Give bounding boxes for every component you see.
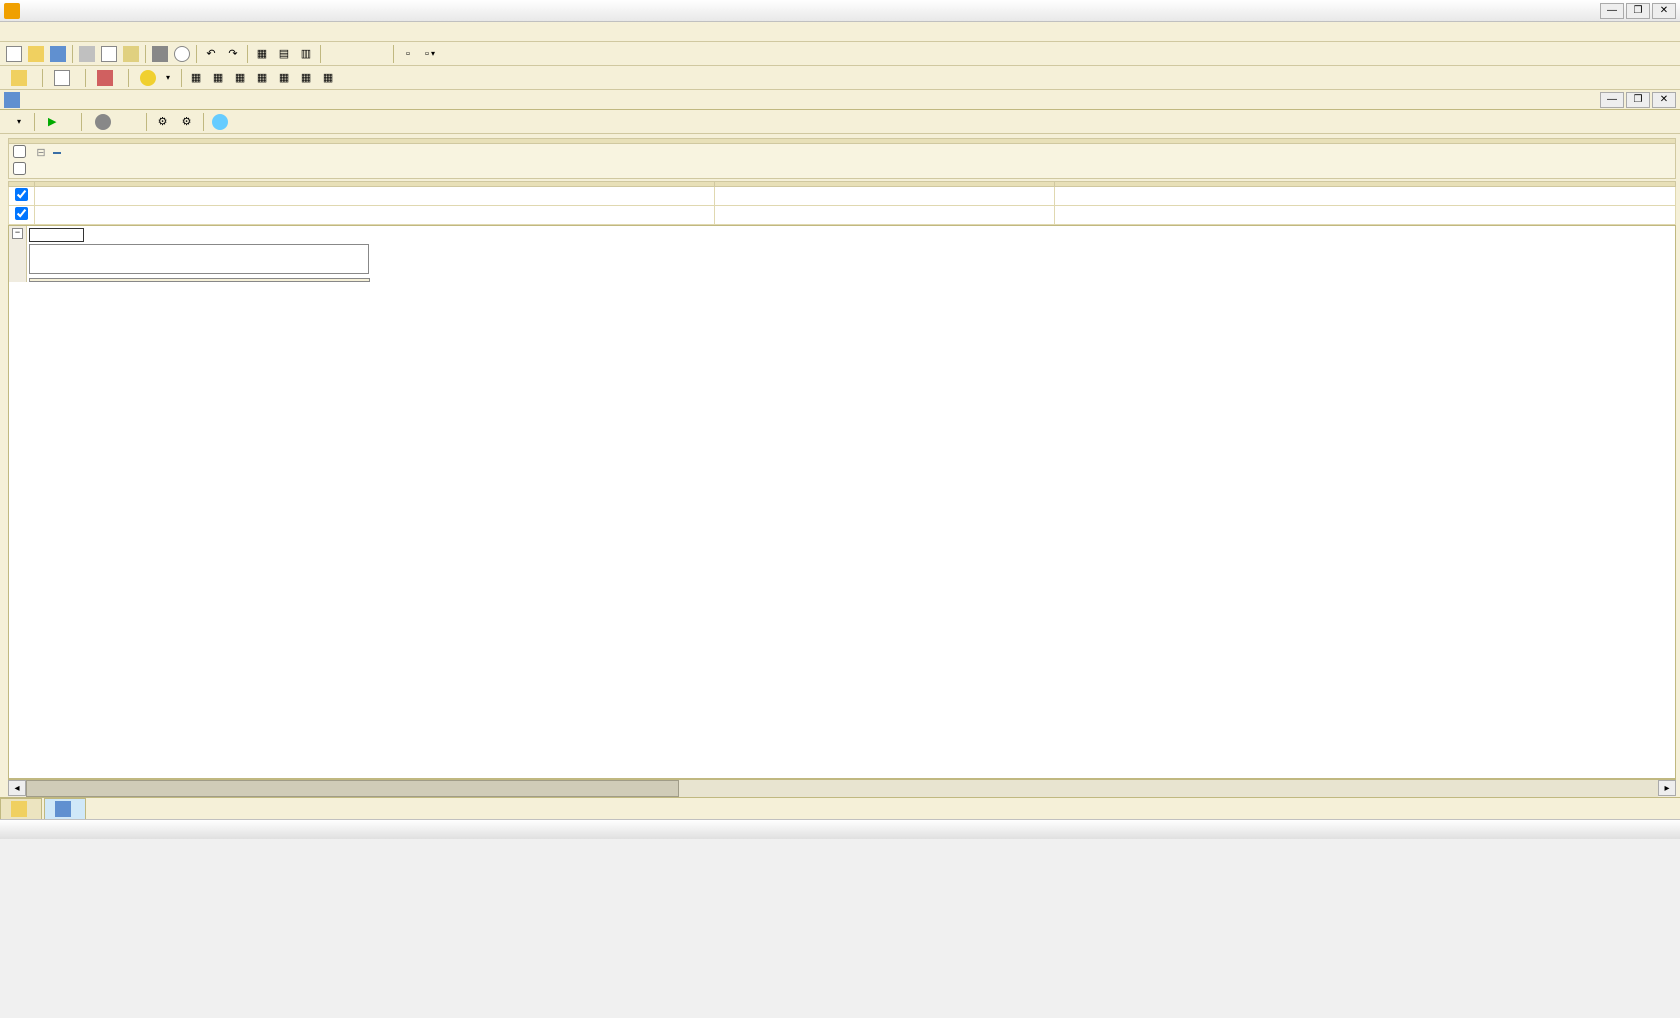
row-header	[30, 279, 370, 282]
show-panel-button[interactable]	[4, 68, 38, 88]
set-org-button[interactable]	[47, 68, 81, 88]
panel-functions-tab[interactable]	[0, 798, 42, 819]
report-output[interactable]: −	[8, 225, 1676, 779]
new-file-button[interactable]	[4, 44, 24, 64]
grid2-icon[interactable]: ▤	[274, 44, 294, 64]
document-tab-bar: — ❐ ✕	[0, 90, 1680, 110]
ext2-icon[interactable]: ▦	[208, 68, 228, 88]
filter-selection[interactable]	[53, 152, 61, 154]
horizontal-scrollbar[interactable]: ◂ ▸	[8, 779, 1676, 797]
misc2-dropdown[interactable]: ▫	[420, 44, 440, 64]
extra1-icon[interactable]: ⚙	[153, 112, 173, 132]
tree-collapse-icon[interactable]: ⊟	[29, 146, 53, 159]
settings-button[interactable]	[126, 112, 140, 132]
save-button[interactable]	[48, 44, 68, 64]
ext7-icon[interactable]: ▦	[318, 68, 338, 88]
params-table	[8, 181, 1676, 225]
advice-dropdown[interactable]	[133, 68, 177, 88]
form-button[interactable]: ▶	[41, 112, 75, 132]
redo-button[interactable]: ↷	[223, 44, 243, 64]
window-maximize-button[interactable]: ❐	[1626, 3, 1650, 19]
help-button[interactable]	[210, 112, 230, 132]
copy-button[interactable]	[99, 44, 119, 64]
selected-cell[interactable]	[29, 228, 84, 242]
misc1-icon[interactable]: ▫	[398, 44, 418, 64]
window-close-button[interactable]: ✕	[1652, 3, 1676, 19]
status-bar	[0, 819, 1680, 839]
extra2-icon[interactable]: ⚙	[177, 112, 197, 132]
constructor-button[interactable]	[88, 112, 122, 132]
report-params-header	[29, 244, 369, 274]
ext3-icon[interactable]: ▦	[230, 68, 250, 88]
outline-column: −	[9, 226, 27, 282]
start-period-checkbox[interactable]	[15, 188, 28, 201]
ext4-icon[interactable]: ▦	[252, 68, 272, 88]
org-checkbox[interactable]	[13, 162, 26, 175]
print-button[interactable]	[150, 44, 170, 64]
filter-checkbox[interactable]	[13, 145, 26, 158]
m-button[interactable]	[325, 44, 345, 64]
ext1-icon[interactable]: ▦	[186, 68, 206, 88]
app-logo-icon	[4, 3, 20, 19]
actions-dropdown[interactable]	[4, 112, 28, 132]
doc-restore-button[interactable]: ❐	[1626, 92, 1650, 108]
bottom-tabs	[0, 797, 1680, 819]
scroll-right-button[interactable]: ▸	[1658, 780, 1676, 796]
report-icon	[4, 92, 20, 108]
window-title-bar: — ❐ ✕	[0, 0, 1680, 22]
actions-bar: ▶ ⚙ ⚙	[0, 110, 1680, 134]
scroll-thumb[interactable]	[26, 780, 679, 797]
start-period-value[interactable]	[715, 187, 1055, 206]
window-minimize-button[interactable]: —	[1600, 3, 1624, 19]
find-button[interactable]	[172, 44, 192, 64]
end-period-label	[35, 206, 715, 225]
mminus-button[interactable]	[369, 44, 389, 64]
ext6-icon[interactable]: ▦	[296, 68, 316, 88]
toolbar-functions: ▦ ▦ ▦ ▦ ▦ ▦ ▦	[0, 66, 1680, 90]
grid1-icon[interactable]: ▦	[252, 44, 272, 64]
doc-close-button[interactable]: ✕	[1652, 92, 1676, 108]
end-period-date[interactable]	[1055, 206, 1676, 225]
collapse-icon[interactable]: −	[12, 228, 23, 239]
paste-button[interactable]	[121, 44, 141, 64]
grid3-icon[interactable]: ▥	[296, 44, 316, 64]
undo-button[interactable]: ↶	[201, 44, 221, 64]
mplus-button[interactable]	[347, 44, 367, 64]
scroll-left-button[interactable]: ◂	[8, 780, 26, 796]
cut-button[interactable]	[77, 44, 97, 64]
doc-minimize-button[interactable]: —	[1600, 92, 1624, 108]
open-file-button[interactable]	[26, 44, 46, 64]
start-period-date[interactable]	[1055, 187, 1676, 206]
enter-op-button[interactable]	[90, 68, 124, 88]
report-tab[interactable]	[44, 798, 86, 819]
end-period-checkbox[interactable]	[15, 207, 28, 220]
main-menu	[0, 22, 1680, 42]
toolbar-main: ↶ ↷ ▦ ▤ ▥ ▫ ▫	[0, 42, 1680, 66]
ext5-icon[interactable]: ▦	[274, 68, 294, 88]
report-table	[29, 278, 370, 282]
filter-panel: ⊟	[8, 138, 1676, 179]
end-period-value[interactable]	[715, 206, 1055, 225]
